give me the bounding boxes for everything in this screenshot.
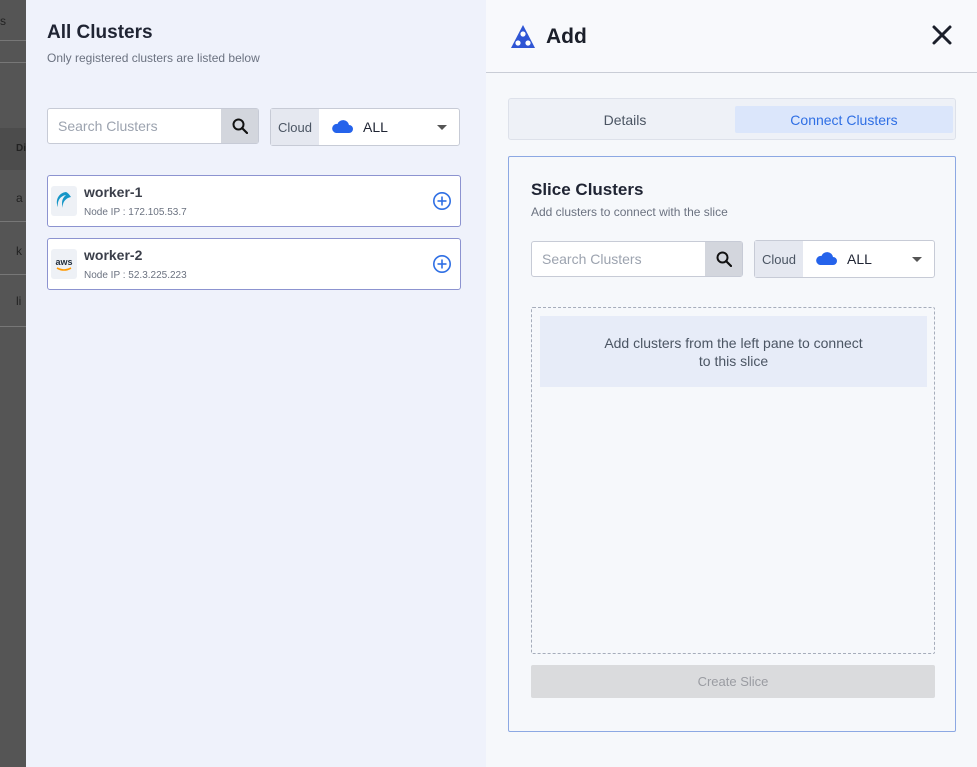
linode-icon	[51, 186, 77, 216]
svg-text:aws: aws	[55, 257, 72, 267]
create-slice-button[interactable]: Create Slice	[531, 665, 935, 698]
bg-divider	[0, 221, 26, 222]
aws-icon: aws	[51, 249, 77, 279]
bg-text: s	[0, 14, 6, 28]
cloud-icon	[332, 120, 353, 133]
bg-text: k	[16, 244, 22, 258]
tab-details[interactable]: Details	[514, 106, 736, 133]
chevron-down-icon	[912, 256, 922, 262]
pane-header: Add	[486, 0, 977, 73]
slice-cluster-search-input[interactable]	[532, 242, 705, 276]
slice-cluster-search	[531, 241, 743, 277]
search-icon	[716, 251, 732, 267]
bg-text: li	[16, 294, 22, 308]
bg-divider	[0, 326, 26, 327]
slice-clusters-panel: Slice Clusters Add clusters to connect w…	[508, 156, 956, 732]
cluster-search-button[interactable]	[221, 109, 258, 143]
cluster-name: worker-1	[84, 184, 143, 200]
add-circle-icon[interactable]	[432, 191, 452, 211]
cluster-search-input[interactable]	[48, 109, 221, 143]
kubeslice-logo-icon	[511, 25, 535, 48]
bg-text: Di	[16, 143, 26, 154]
cluster-search	[47, 108, 259, 144]
cloud-filter-value-wrap: ALL	[803, 251, 912, 267]
pane-title: Add	[546, 25, 587, 48]
cloud-filter-select[interactable]: Cloud ALL	[270, 108, 460, 146]
slice-cluster-search-button[interactable]	[705, 242, 742, 276]
cloud-filter-value: ALL	[363, 119, 388, 135]
add-circle-icon[interactable]	[432, 254, 452, 274]
slice-clusters-subtitle: Add clusters to connect with the slice	[531, 205, 728, 219]
slice-clusters-title: Slice Clusters	[531, 180, 644, 199]
bg-divider	[0, 274, 26, 275]
cluster-name: worker-2	[84, 247, 143, 263]
all-clusters-subtitle: Only registered clusters are listed belo…	[47, 51, 260, 65]
cloud-icon	[816, 252, 837, 265]
cloud-filter-label: Cloud	[271, 109, 319, 145]
all-clusters-title: All Clusters	[47, 22, 153, 43]
empty-state-message: Add clusters from the left pane to conne…	[540, 316, 927, 387]
background-page-strip: s Di a k li	[0, 0, 26, 767]
tab-connect-clusters[interactable]: Connect Clusters	[735, 106, 953, 133]
all-clusters-pane: All Clusters Only registered clusters ar…	[26, 0, 486, 767]
cluster-node-ip: Node IP : 172.105.53.7	[84, 207, 187, 218]
cluster-card-worker-1: worker-1 Node IP : 172.105.53.7	[47, 175, 461, 227]
cloud-filter-value: ALL	[847, 251, 872, 267]
cluster-node-ip: Node IP : 52.3.225.223	[84, 270, 187, 281]
cluster-drop-zone: Add clusters from the left pane to conne…	[531, 307, 935, 654]
chevron-down-icon	[437, 124, 447, 130]
add-slice-pane: Add Details Connect Clusters Slice Clust…	[486, 0, 977, 767]
bg-divider	[0, 40, 26, 41]
slice-cloud-filter-select[interactable]: Cloud ALL	[754, 240, 935, 278]
cloud-filter-label: Cloud	[755, 241, 803, 277]
tab-bar: Details Connect Clusters	[508, 98, 956, 140]
search-icon	[232, 118, 248, 134]
bg-text: a	[16, 191, 23, 205]
cloud-filter-value-wrap: ALL	[319, 119, 437, 135]
bg-divider	[0, 62, 26, 63]
close-icon[interactable]	[931, 24, 953, 46]
cluster-card-worker-2: aws worker-2 Node IP : 52.3.225.223	[47, 238, 461, 290]
